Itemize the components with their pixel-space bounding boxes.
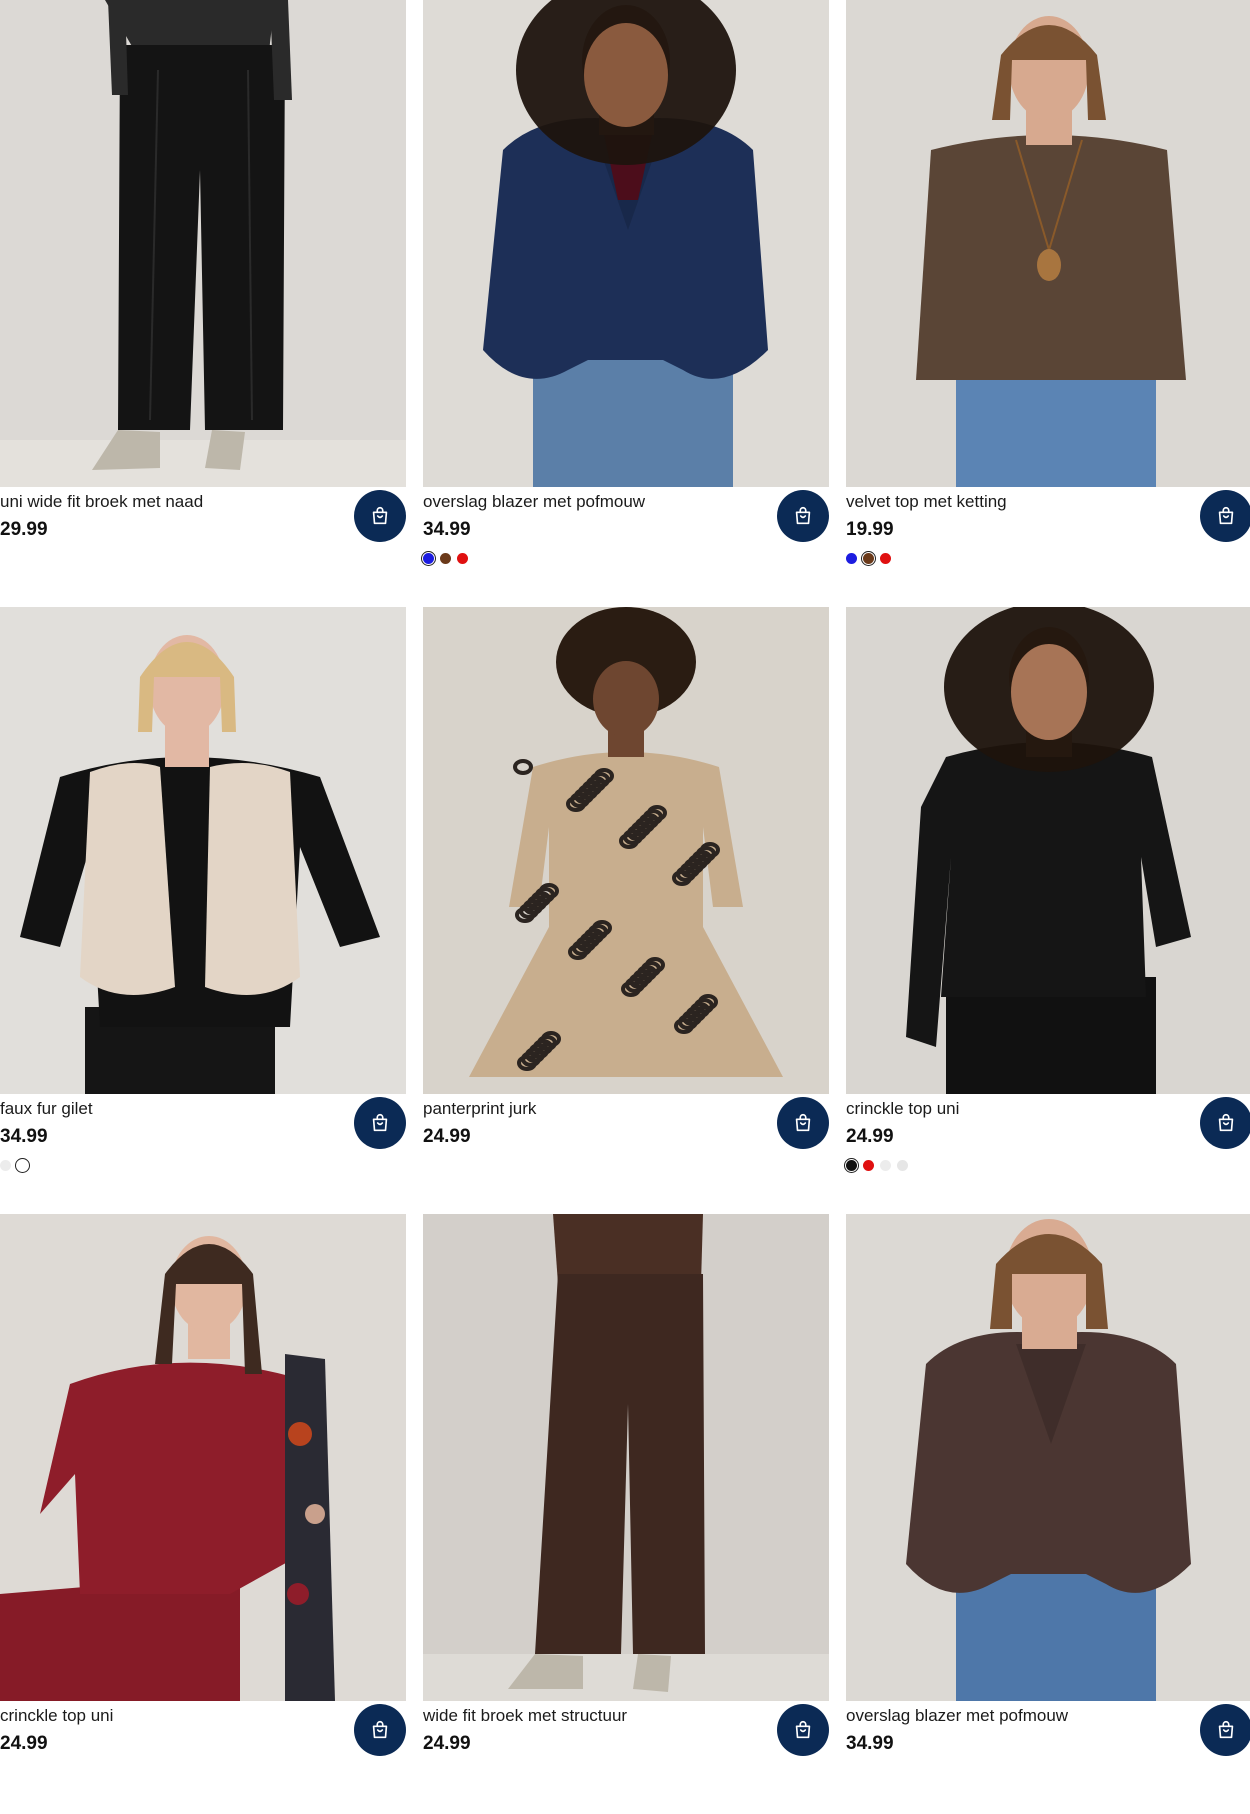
product-card[interactable]: uni wide fit broek met naad 29.99 (0, 0, 406, 600)
color-swatch[interactable] (846, 552, 857, 564)
add-to-cart-button[interactable] (777, 490, 829, 542)
product-name[interactable]: velvet top met ketting (846, 492, 1186, 512)
product-price: 19.99 (846, 519, 894, 540)
product-price: 24.99 (0, 1733, 48, 1754)
add-to-cart-button[interactable] (1200, 1097, 1250, 1149)
product-name[interactable]: overslag blazer met pofmouw (423, 492, 763, 512)
add-to-cart-button[interactable] (777, 1704, 829, 1756)
product-price: 34.99 (0, 1126, 48, 1147)
product-name[interactable]: wide fit broek met structuur (423, 1706, 763, 1726)
product-card[interactable]: crinckle top uni 24.99 (0, 1214, 406, 1814)
color-swatch[interactable] (880, 552, 891, 564)
product-image[interactable] (423, 607, 829, 1094)
product-name[interactable]: faux fur gilet (0, 1099, 340, 1119)
shopping-bag-icon (792, 1719, 814, 1741)
product-card[interactable]: overslag blazer met pofmouw 34.99 (846, 1214, 1250, 1814)
add-to-cart-button[interactable] (1200, 1704, 1250, 1756)
shopping-bag-icon (1215, 1112, 1237, 1134)
color-swatches (421, 550, 468, 566)
product-card[interactable]: panterprint jurk 24.99 (423, 607, 829, 1207)
shopping-bag-icon (792, 505, 814, 527)
color-swatch[interactable] (863, 1159, 874, 1171)
product-name[interactable]: crinckle top uni (0, 1706, 340, 1726)
add-to-cart-button[interactable] (354, 490, 406, 542)
product-price: 34.99 (846, 1733, 894, 1754)
add-to-cart-button[interactable] (354, 1097, 406, 1149)
color-swatch[interactable] (440, 552, 451, 564)
product-name[interactable]: uni wide fit broek met naad (0, 492, 340, 512)
add-to-cart-button[interactable] (354, 1704, 406, 1756)
product-image[interactable] (423, 1214, 829, 1701)
color-swatches (0, 1157, 30, 1173)
product-image[interactable] (0, 1214, 406, 1701)
add-to-cart-button[interactable] (777, 1097, 829, 1149)
product-name[interactable]: crinckle top uni (846, 1099, 1186, 1119)
color-swatches (846, 550, 891, 566)
color-swatches (844, 1157, 908, 1173)
product-price: 29.99 (0, 519, 48, 540)
product-card[interactable]: wide fit broek met structuur 24.99 (423, 1214, 829, 1814)
product-price: 24.99 (423, 1126, 471, 1147)
product-image[interactable] (846, 607, 1250, 1094)
product-price: 24.99 (423, 1733, 471, 1754)
product-price: 24.99 (846, 1126, 894, 1147)
product-image[interactable] (846, 1214, 1250, 1701)
product-card[interactable]: crinckle top uni 24.99 (844, 607, 1250, 1207)
color-swatch[interactable] (861, 550, 876, 566)
product-image[interactable] (423, 0, 829, 487)
shopping-bag-icon (1215, 1719, 1237, 1741)
product-price: 34.99 (423, 519, 471, 540)
shopping-bag-icon (369, 505, 391, 527)
color-swatch[interactable] (0, 1159, 11, 1171)
product-card[interactable]: overslag blazer met pofmouw 34.99 (421, 0, 829, 600)
color-swatch[interactable] (897, 1159, 908, 1171)
color-swatch[interactable] (844, 1157, 859, 1173)
product-card[interactable]: velvet top met ketting 19.99 (846, 0, 1250, 600)
product-card[interactable]: faux fur gilet 34.99 (0, 607, 406, 1207)
shopping-bag-icon (1215, 505, 1237, 527)
shopping-bag-icon (792, 1112, 814, 1134)
color-swatch[interactable] (15, 1157, 30, 1173)
product-name[interactable]: panterprint jurk (423, 1099, 763, 1119)
product-name[interactable]: overslag blazer met pofmouw (846, 1706, 1186, 1726)
product-image[interactable] (0, 0, 406, 487)
color-swatch[interactable] (880, 1159, 891, 1171)
color-swatch[interactable] (421, 550, 436, 566)
product-image[interactable] (846, 0, 1250, 487)
shopping-bag-icon (369, 1112, 391, 1134)
add-to-cart-button[interactable] (1200, 490, 1250, 542)
shopping-bag-icon (369, 1719, 391, 1741)
color-swatch[interactable] (457, 552, 468, 564)
product-image[interactable] (0, 607, 406, 1094)
